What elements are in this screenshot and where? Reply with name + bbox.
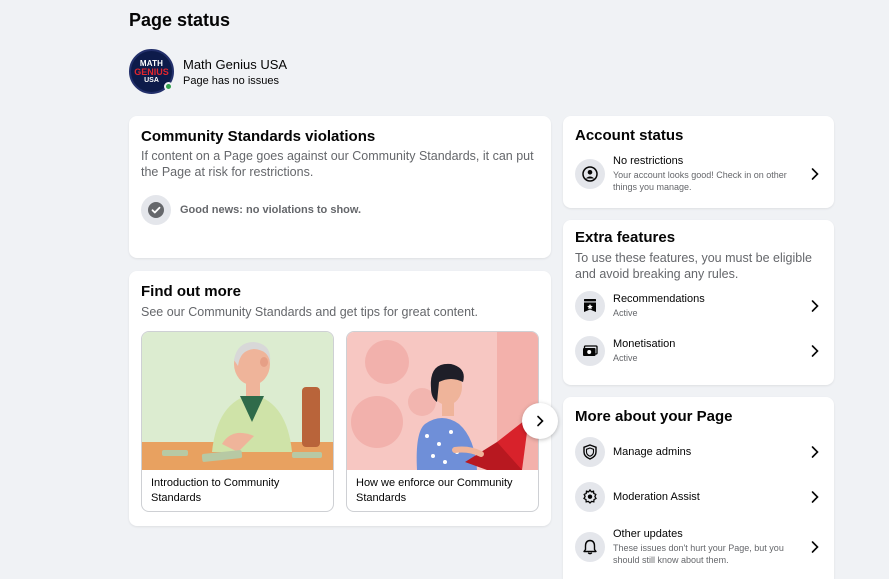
violations-card: Community Standards violations If conten… xyxy=(129,116,551,258)
recommendations-icon xyxy=(575,291,605,321)
violations-status: Good news: no violations to show. xyxy=(141,195,539,225)
account-status-item-title: No restrictions xyxy=(613,155,684,167)
violations-description: If content on a Page goes against our Co… xyxy=(141,149,534,179)
tile-caption: Introduction to Community Standards xyxy=(151,477,280,504)
extra-features-description: To use these features, you must be eligi… xyxy=(575,251,812,281)
elderly-man-at-table-illustration xyxy=(142,332,333,470)
account-status-title: Account status xyxy=(575,127,684,144)
chevron-right-icon xyxy=(811,345,819,357)
gear-icon xyxy=(575,482,605,512)
extra-features-card: Extra features To use these features, yo… xyxy=(563,220,834,385)
violations-title: Community Standards violations xyxy=(141,128,376,145)
more-about-page-card: More about your Page Manage admins Moder… xyxy=(563,397,834,579)
tile-intro-community-standards[interactable]: Introduction to Community Standards xyxy=(141,331,334,512)
chevron-right-icon xyxy=(811,446,819,458)
manage-admins-title: Manage admins xyxy=(613,446,692,458)
page-title: Page status xyxy=(129,10,231,30)
recommendations-title: Recommendations xyxy=(613,293,705,305)
page-name[interactable]: Math Genius USA xyxy=(183,57,287,72)
avatar-text-bot: USA xyxy=(144,76,159,84)
extra-features-title: Extra features xyxy=(575,229,676,246)
manage-admins-row[interactable]: Manage admins xyxy=(575,437,822,467)
monetisation-row[interactable]: Monetisation Active xyxy=(575,336,822,366)
find-out-more-description: See our Community Standards and get tips… xyxy=(141,305,478,319)
recommendations-status: Active xyxy=(613,308,638,318)
moderation-assist-row[interactable]: Moderation Assist xyxy=(575,482,822,512)
moderation-assist-title: Moderation Assist xyxy=(613,491,700,503)
carousel-next-button[interactable] xyxy=(522,403,558,439)
chevron-right-icon xyxy=(537,415,544,427)
monetisation-status: Active xyxy=(613,353,638,363)
account-status-row[interactable]: No restrictions Your account looks good!… xyxy=(575,155,822,193)
chevron-right-icon xyxy=(811,541,819,553)
shield-icon xyxy=(575,437,605,467)
page-profile: MATH GENIUS USA Math Genius USA Page has… xyxy=(129,49,287,94)
check-circle-icon xyxy=(141,195,171,225)
find-out-more-title: Find out more xyxy=(141,283,241,300)
other-updates-title: Other updates xyxy=(613,528,683,540)
page-health-status: Page has no issues xyxy=(183,74,280,87)
other-updates-subtitle: These issues don't hurt your Page, but y… xyxy=(613,543,784,565)
tile-caption: How we enforce our Community Standards xyxy=(356,477,513,504)
violations-status-text: Good news: no violations to show. xyxy=(180,204,362,216)
tile-how-we-enforce[interactable]: How we enforce our Community Standards xyxy=(346,331,539,512)
avatar[interactable]: MATH GENIUS USA xyxy=(129,49,174,94)
account-status-card: Account status No restrictions Your acco… xyxy=(563,116,834,208)
online-status-dot xyxy=(164,82,173,91)
recommendations-row[interactable]: Recommendations Active xyxy=(575,291,822,321)
monetisation-title: Monetisation xyxy=(613,338,676,350)
chevron-right-icon xyxy=(811,168,819,180)
account-status-item-subtitle: Your account looks good! Check in on oth… xyxy=(613,170,787,192)
other-updates-row[interactable]: Other updates These issues don't hurt yo… xyxy=(575,528,822,566)
chevron-right-icon xyxy=(811,491,819,503)
money-icon xyxy=(575,336,605,366)
person-circle-icon xyxy=(575,159,605,189)
more-about-page-title: More about your Page xyxy=(575,408,733,425)
avatar-text-mid: GENIUS xyxy=(134,66,169,77)
woman-with-laptop-illustration xyxy=(347,332,538,470)
find-out-more-card: Find out more See our Community Standard… xyxy=(129,271,558,526)
bell-icon xyxy=(575,532,605,562)
chevron-right-icon xyxy=(811,300,819,312)
